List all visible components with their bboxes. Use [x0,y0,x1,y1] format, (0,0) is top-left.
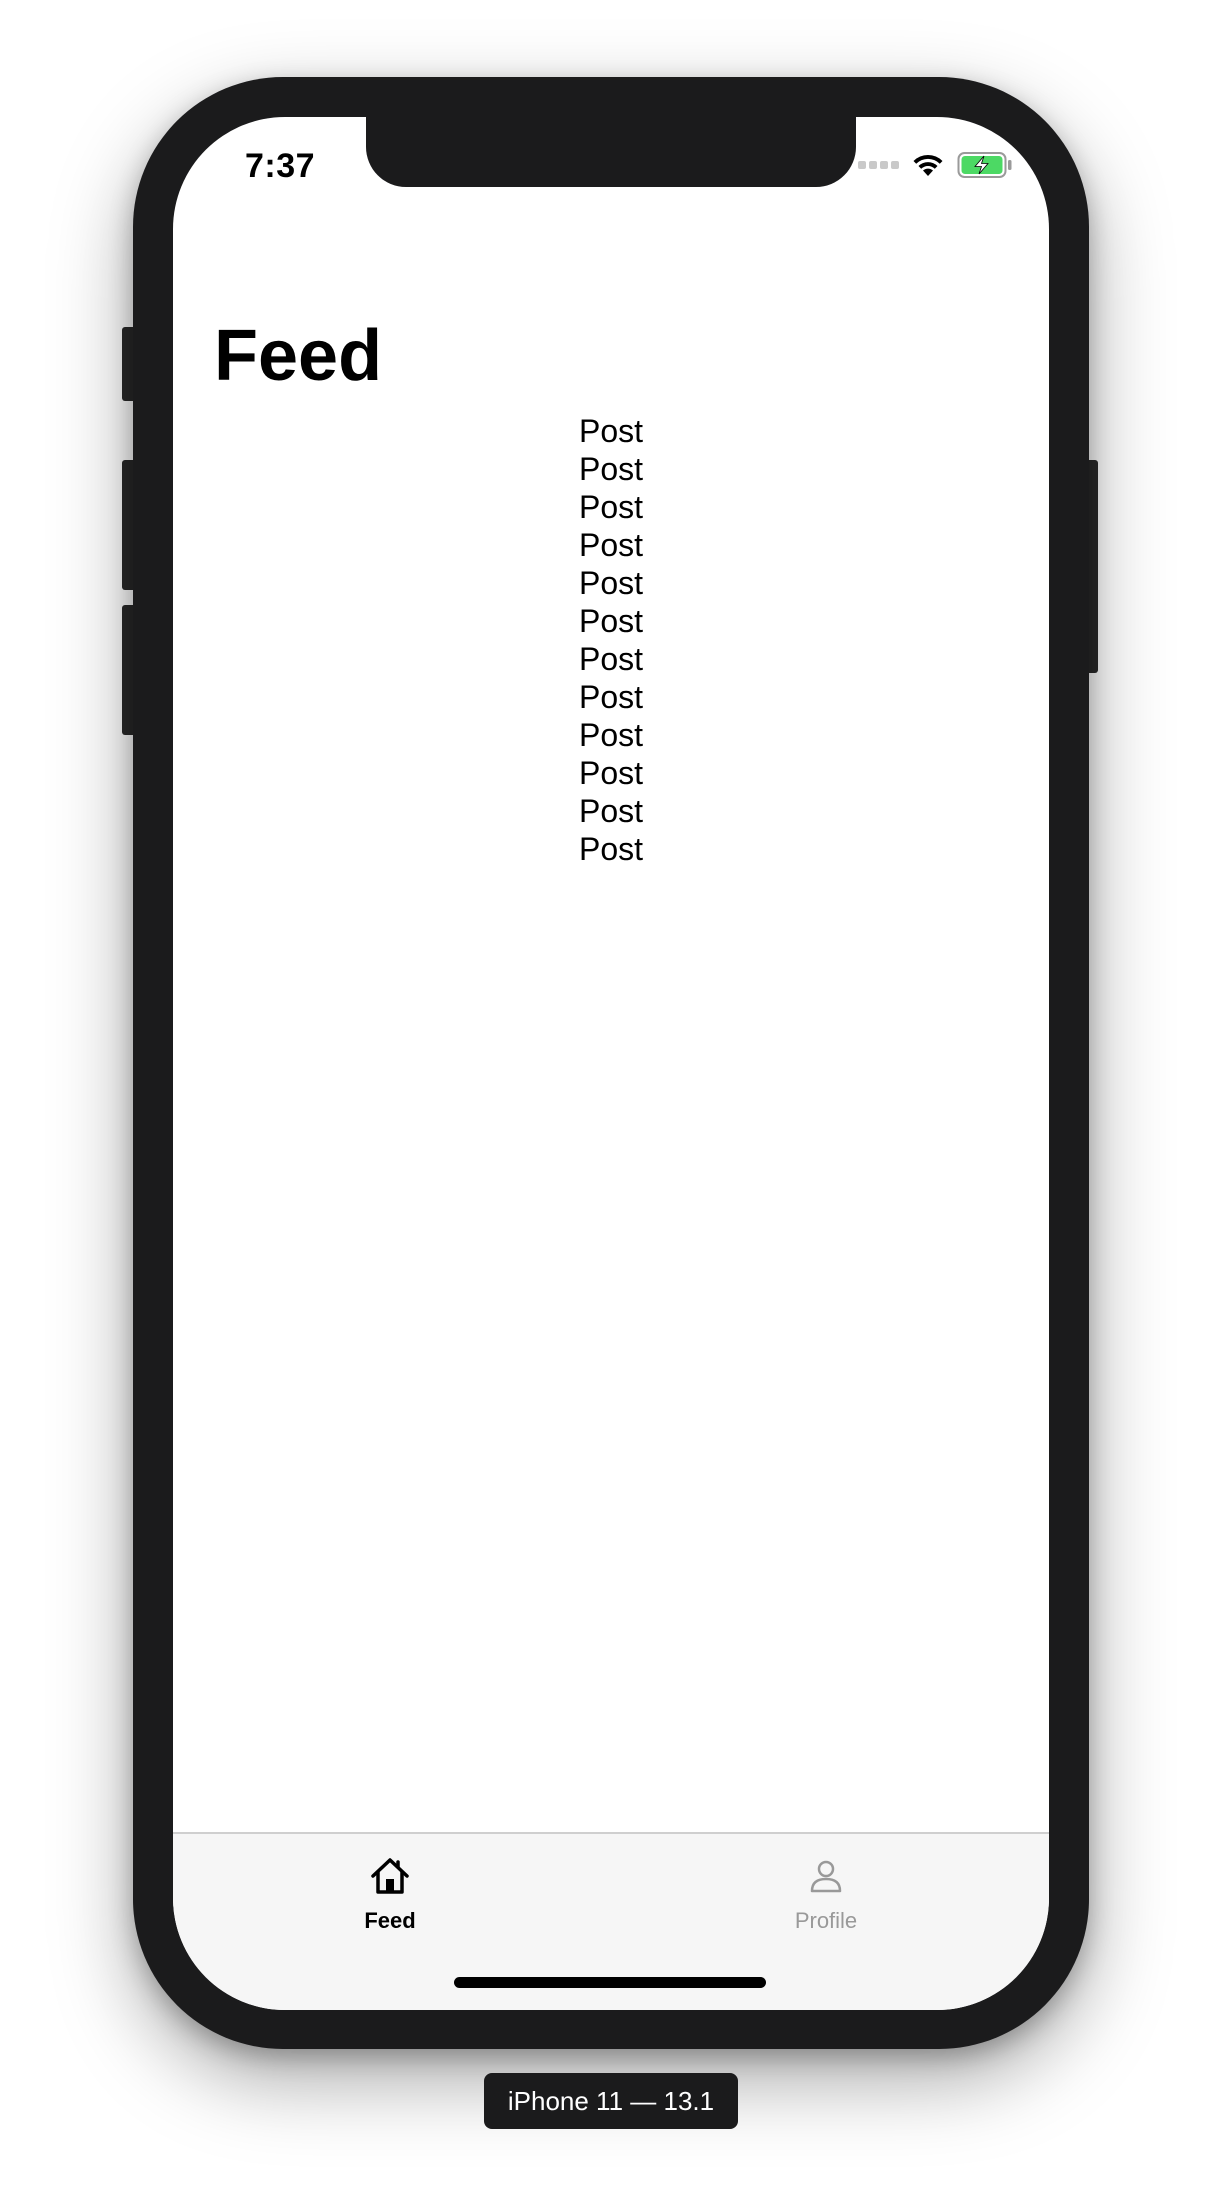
list-item: Post [578,565,644,601]
list-item: Post [578,717,644,753]
cellular-signal-icon [858,161,899,169]
tab-feed[interactable]: Feed [290,1854,490,1934]
wifi-icon [913,154,943,176]
simulator-stage: 7:37 Feed Post Post Post Post Post Post … [0,0,1222,2200]
list-item: Post [578,489,644,525]
page-title: Feed [214,316,383,396]
list-item: Post [578,641,644,677]
post-list: Post Post Post Post Post Post Post Post … [173,412,1049,868]
tab-profile[interactable]: Profile [726,1854,926,1934]
list-item: Post [578,793,644,829]
person-icon [810,1860,842,1893]
notch [366,117,856,187]
battery-charging-icon [957,152,1012,178]
status-time: 7:37 [245,147,316,185]
app-screen: 7:37 Feed Post Post Post Post Post Post … [173,117,1049,2010]
list-item: Post [578,527,644,563]
list-item: Post [578,413,644,449]
iphone-frame: 7:37 Feed Post Post Post Post Post Post … [133,77,1089,2049]
status-icons [858,151,1013,179]
home-icon [371,1858,409,1894]
list-item: Post [578,755,644,791]
home-indicator[interactable] [454,1977,766,1988]
device-label: iPhone 11 — 13.1 [484,2073,738,2129]
tab-profile-label: Profile [794,1908,858,1933]
list-item: Post [578,679,644,715]
list-item: Post [578,603,644,639]
list-item: Post [578,831,644,867]
tab-feed-label: Feed [364,1908,416,1933]
list-item: Post [578,451,644,487]
